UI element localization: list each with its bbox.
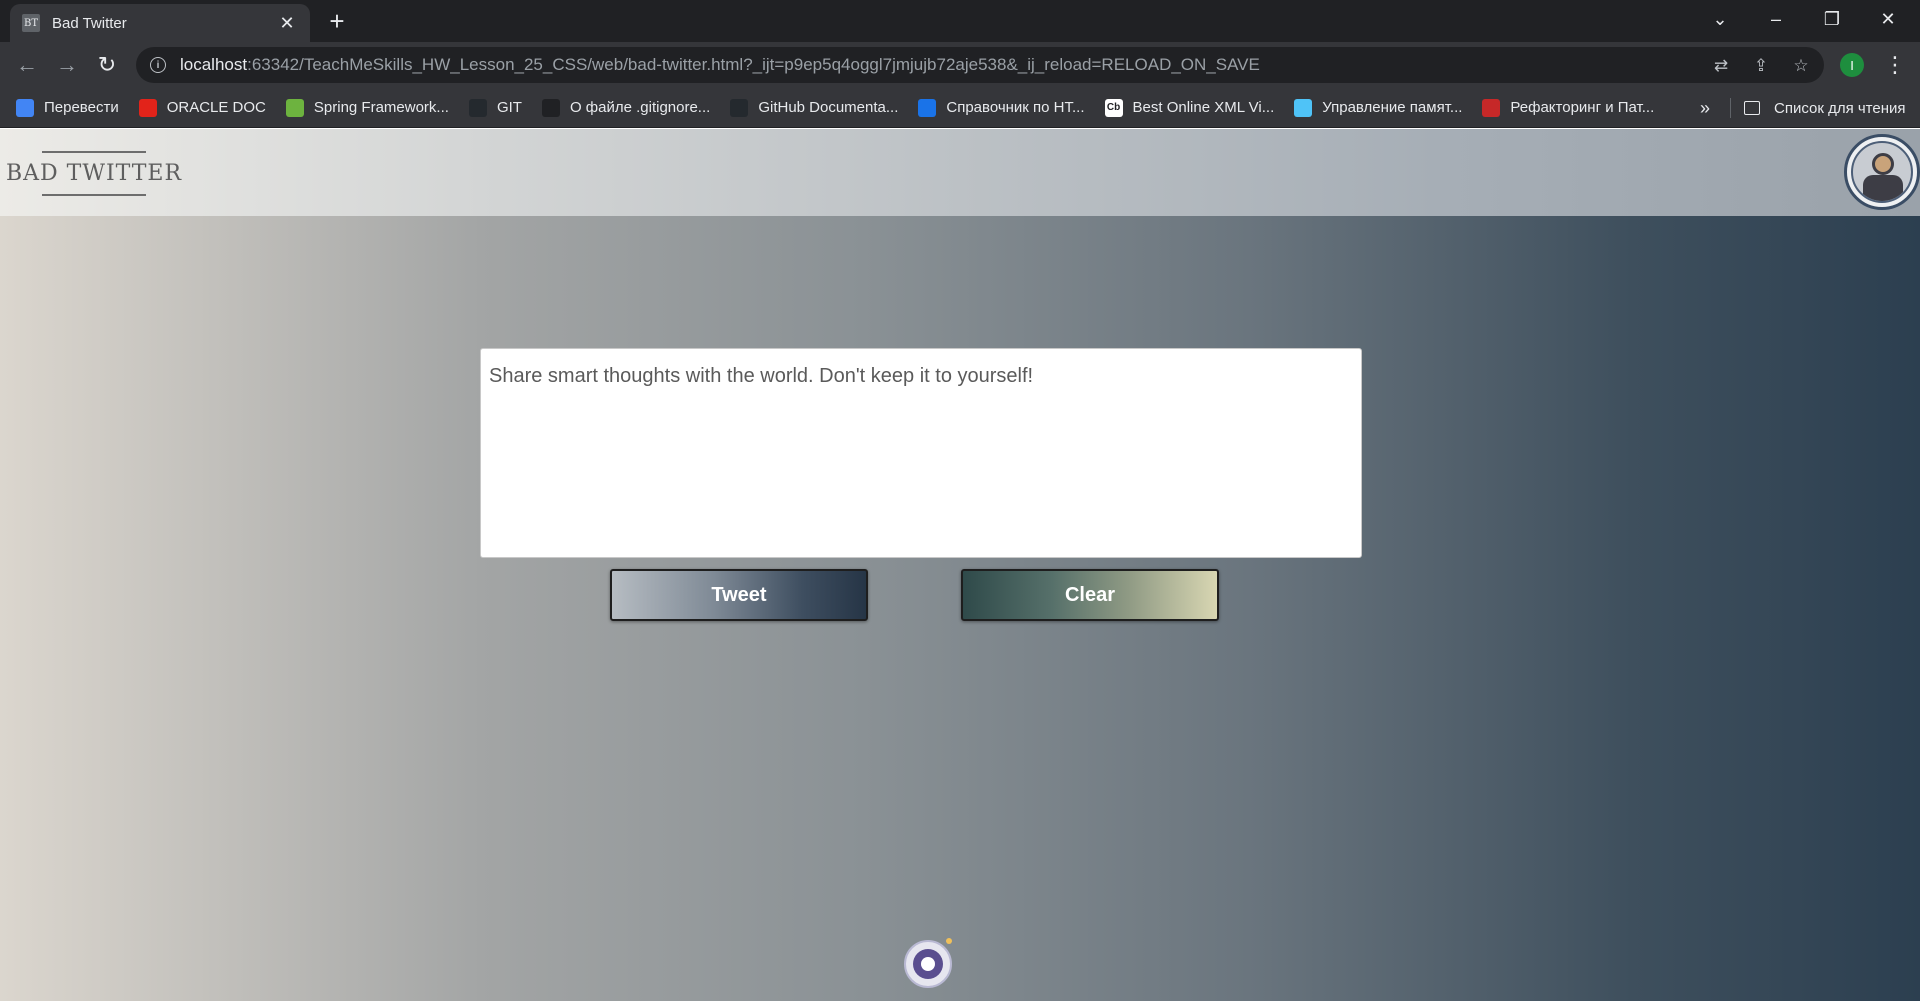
- translate-icon: [16, 98, 34, 117]
- bookmark-label: Справочник по HT...: [946, 99, 1085, 116]
- cb-icon: Cb: [1104, 98, 1123, 117]
- bookmarks-bar: Перевести ORACLE DOC Spring Framework... GI…: [0, 88, 1920, 128]
- more-bookmarks-icon[interactable]: »: [1700, 88, 1710, 128]
- bookmark-item[interactable]: Spring Framework...: [285, 98, 449, 117]
- tweet-button[interactable]: Tweet: [610, 569, 868, 621]
- tk-icon: [541, 98, 560, 117]
- bookmark-label: GitHub Documenta...: [758, 99, 899, 116]
- bookmark-label: Spring Framework...: [313, 99, 449, 116]
- github-icon: [468, 98, 487, 117]
- browser-menu-icon[interactable]: ⋮: [1880, 50, 1910, 80]
- user-avatar[interactable]: [1844, 134, 1920, 210]
- bookmark-label: О файле .gitignore...: [569, 99, 711, 116]
- bookmark-item[interactable]: ORACLE DOC: [138, 98, 266, 117]
- bookmark-label: Перевести: [44, 99, 119, 116]
- site-info-icon[interactable]: i: [150, 57, 166, 73]
- memory-icon: [1294, 98, 1313, 117]
- bookmark-label: Рефакторинг и Пат...: [1510, 99, 1655, 116]
- bookmark-item[interactable]: Перевести: [16, 98, 119, 117]
- bookmark-label: GIT: [496, 99, 522, 116]
- logo-top-line: [42, 150, 146, 153]
- tweet-input[interactable]: [480, 348, 1362, 558]
- sparkle-icon: [946, 938, 952, 944]
- tab-search-icon[interactable]: ⌄: [1692, 0, 1748, 38]
- bookmark-label: ORACLE DOC: [166, 99, 266, 116]
- bookmark-item[interactable]: GIT: [468, 98, 522, 117]
- url-path: :63342/TeachMeSkills_HW_Lesson_25_CSS/we…: [247, 55, 1260, 74]
- minimize-button[interactable]: –: [1748, 0, 1804, 38]
- refactoring-icon: [1482, 98, 1501, 117]
- share-icon[interactable]: ⇪: [1750, 55, 1772, 77]
- close-window-button[interactable]: ✕: [1860, 0, 1916, 38]
- bookmark-item[interactable]: О файле .gitignore...: [541, 98, 711, 117]
- user-icon: [1851, 141, 1913, 203]
- new-tab-button[interactable]: +: [322, 6, 352, 36]
- forward-icon[interactable]: →: [50, 48, 84, 82]
- tab-bar: BT Bad Twitter ✕ + ⌄ – ❐ ✕: [0, 0, 1920, 42]
- bookmark-label: Best Online XML Vi...: [1132, 99, 1275, 116]
- site-header: BAD TWITTER: [0, 129, 1920, 216]
- browser-tab[interactable]: BT Bad Twitter ✕: [10, 4, 310, 42]
- bookmark-item[interactable]: GitHub Documenta...: [730, 98, 899, 117]
- bookmarks-divider: [1730, 98, 1731, 118]
- bookmark-item[interactable]: Справочник по HT...: [918, 98, 1085, 117]
- clear-button[interactable]: Clear: [961, 569, 1219, 621]
- reading-list-icon: [1744, 101, 1760, 115]
- site-logo[interactable]: BAD TWITTER: [6, 143, 181, 203]
- github-octocat-icon: [913, 949, 943, 979]
- html-icon: [918, 98, 937, 117]
- restore-button[interactable]: ❐: [1804, 0, 1860, 38]
- avatar-body: [1863, 175, 1903, 201]
- logo-bottom-line: [42, 193, 146, 196]
- favicon-icon: BT: [22, 14, 40, 32]
- bookmark-item[interactable]: Cb Best Online XML Vi...: [1104, 98, 1275, 117]
- reload-icon[interactable]: ↻: [90, 48, 124, 82]
- page-body: BAD TWITTER Tweet Clear: [0, 129, 1920, 1001]
- bookmark-item[interactable]: Управление памят...: [1294, 98, 1463, 117]
- reading-list-button[interactable]: Список для чтения: [1744, 88, 1906, 128]
- spring-icon: [285, 98, 304, 117]
- octocat-face: [921, 957, 935, 971]
- back-icon[interactable]: ←: [10, 48, 44, 82]
- github-icon: [730, 98, 749, 117]
- translate-icon[interactable]: ⇄: [1710, 55, 1732, 77]
- tab-title: Bad Twitter: [52, 14, 127, 32]
- url-host: localhost: [180, 55, 248, 74]
- oracle-icon: [138, 98, 157, 117]
- browser-toolbar: ← → ↻ i localhost:63342/TeachMeSkills_HW…: [0, 42, 1920, 88]
- bookmark-label: Управление памят...: [1322, 99, 1463, 116]
- bookmark-star-icon[interactable]: ☆: [1790, 55, 1812, 77]
- github-link-icon[interactable]: [904, 938, 952, 988]
- avatar-head: [1872, 153, 1894, 175]
- profile-avatar[interactable]: I: [1840, 53, 1864, 77]
- logo-text: BAD TWITTER: [5, 160, 183, 186]
- url-text[interactable]: localhost:63342/TeachMeSkills_HW_Lesson_…: [180, 55, 1260, 75]
- address-bar[interactable]: i localhost:63342/TeachMeSkills_HW_Lesso…: [136, 47, 1824, 83]
- reading-list-label: Список для чтения: [1774, 99, 1906, 117]
- close-tab-icon[interactable]: ✕: [276, 13, 298, 34]
- bookmark-item[interactable]: Рефакторинг и Пат...: [1482, 98, 1655, 117]
